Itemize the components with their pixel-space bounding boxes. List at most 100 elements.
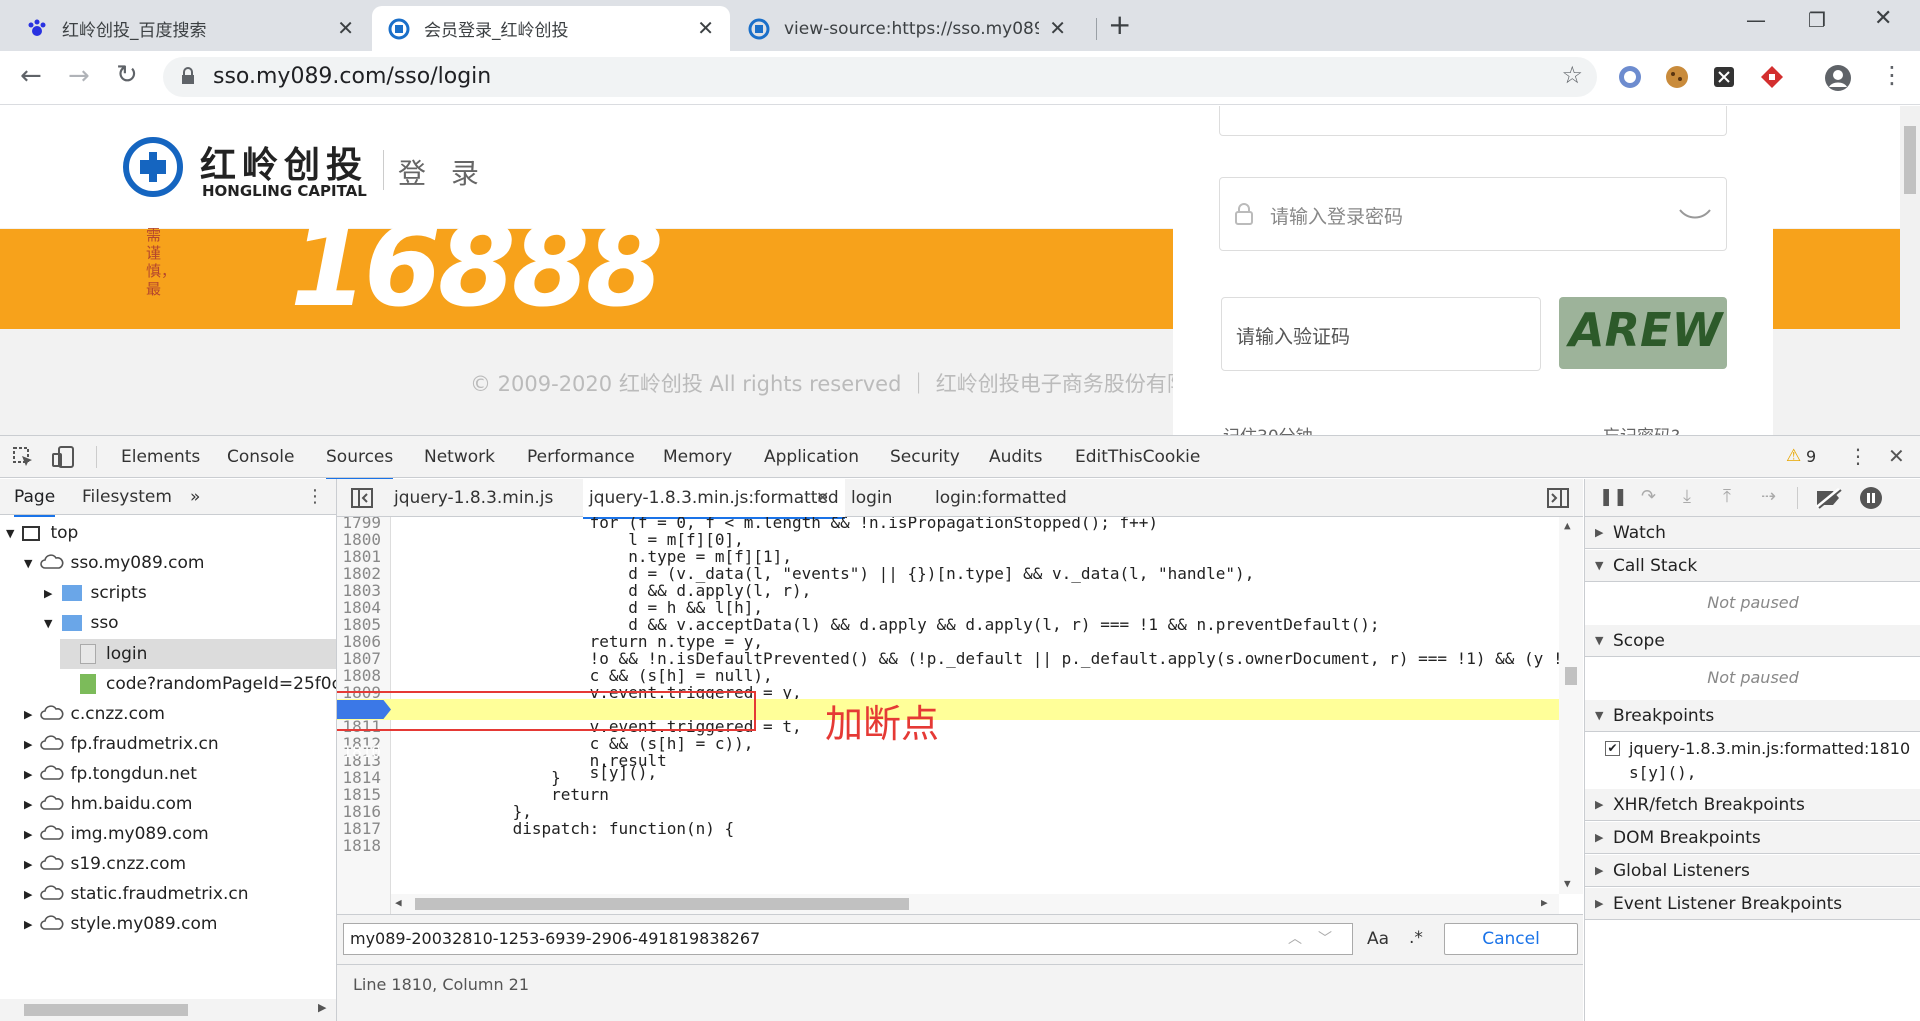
tree-domain[interactable]: ▶ c.cnzz.com <box>24 700 165 728</box>
editor-tab[interactable]: login <box>851 479 892 517</box>
tab-elements[interactable]: Elements <box>121 436 200 478</box>
toggle-navigator-icon[interactable] <box>351 488 373 513</box>
tab-page[interactable]: Page <box>14 479 56 517</box>
reload-button[interactable]: ↻ <box>116 60 138 90</box>
pause-on-exceptions-icon[interactable] <box>1859 486 1883 515</box>
scroll-left-icon[interactable]: ◀ <box>395 896 402 909</box>
captcha-image[interactable]: AREW <box>1559 297 1727 369</box>
scrollbar-thumb[interactable] <box>415 898 909 910</box>
search-input[interactable]: my089-20032810-1253-6939-2906-4918198382… <box>343 923 1353 955</box>
scrollbar-thumb[interactable] <box>1904 126 1916 194</box>
breakpoint-item[interactable]: ✔ jquery-1.8.3.min.js:formatted:1810 s[y… <box>1585 733 1920 789</box>
page-scrollbar[interactable] <box>1900 106 1920 435</box>
tab-application[interactable]: Application <box>764 436 859 478</box>
cancel-button[interactable]: Cancel <box>1444 923 1578 955</box>
close-icon[interactable]: ✕ <box>816 488 829 507</box>
password-field[interactable]: 请输入登录密码 <box>1219 177 1727 251</box>
inspect-element-icon[interactable] <box>12 446 34 473</box>
forward-button[interactable]: → <box>68 61 90 91</box>
tab-filesystem[interactable]: Filesystem <box>82 479 172 515</box>
code-area[interactable]: 1799 for (f = 0, f < m.length && !n.isPr… <box>337 517 1583 914</box>
restore-button[interactable]: ❐ <box>1808 8 1826 32</box>
tree-domain[interactable]: ▶ fp.tongdun.net <box>24 760 197 788</box>
step-out-icon[interactable]: ⤒ <box>1723 486 1731 507</box>
device-toolbar-icon[interactable] <box>52 446 76 473</box>
username-field[interactable] <box>1219 106 1727 136</box>
editor-tab[interactable]: jquery-1.8.3.min.js <box>394 479 553 517</box>
warning-icon[interactable]: ⚠ <box>1786 446 1801 466</box>
deactivate-breakpoints-icon[interactable] <box>1815 487 1843 514</box>
address-bar[interactable]: sso.my089.com/sso/login ☆ <box>163 57 1597 97</box>
eye-closed-icon[interactable] <box>1678 206 1712 225</box>
step-over-icon[interactable]: ↷ <box>1641 486 1656 507</box>
prev-match-icon[interactable]: ︿ <box>1288 928 1302 948</box>
tab-audits[interactable]: Audits <box>989 436 1042 478</box>
tab-network[interactable]: Network <box>424 436 495 478</box>
tab-performance[interactable]: Performance <box>527 436 635 478</box>
step-icon[interactable]: ⇢ <box>1761 486 1776 507</box>
tree-file-code[interactable]: code?randomPageId=25f0c2 <box>80 670 336 698</box>
scroll-up-icon[interactable]: ▲ <box>1564 519 1571 532</box>
scrollbar-thumb[interactable] <box>24 1004 188 1016</box>
event-listener-breakpoints-section[interactable]: ▶ Event Listener Breakpoints <box>1585 888 1920 920</box>
tab-baidu[interactable]: 红岭创投_百度搜索 ✕ <box>10 6 370 51</box>
code-vscrollbar[interactable]: ▲ ▼ <box>1559 517 1583 894</box>
navigator-menu-icon[interactable]: ⋮ <box>306 479 324 515</box>
global-listeners-section[interactable]: ▶ Global Listeners <box>1585 855 1920 887</box>
tab-memory[interactable]: Memory <box>663 436 732 478</box>
tab-console[interactable]: Console <box>227 436 295 478</box>
tree-domain[interactable]: ▶ style.my089.com <box>24 910 217 938</box>
step-into-icon[interactable]: ⤓ <box>1683 486 1691 507</box>
profile-avatar-icon[interactable] <box>1824 64 1852 96</box>
bookmark-star-icon[interactable]: ☆ <box>1561 61 1583 89</box>
diamond-extension-icon[interactable] <box>1760 65 1784 93</box>
more-tabs-icon[interactable]: » <box>190 479 200 515</box>
cookie-icon[interactable] <box>1665 65 1689 93</box>
tree-domain[interactable]: ▼ sso.my089.com <box>24 549 204 577</box>
editor-tab[interactable]: login:formatted <box>935 479 1067 517</box>
close-icon[interactable]: ✕ <box>1049 16 1066 40</box>
tree-top[interactable]: ▼ top <box>6 519 78 547</box>
new-tab-button[interactable]: + <box>1108 8 1131 41</box>
tree-domain[interactable]: ▶ hm.baidu.com <box>24 790 192 818</box>
x-extension-icon[interactable] <box>1712 65 1736 93</box>
tree-domain[interactable]: ▶ static.fraudmetrix.cn <box>24 880 249 908</box>
breakpoints-section[interactable]: ▼ Breakpoints <box>1585 700 1920 732</box>
close-icon[interactable]: ✕ <box>337 16 354 40</box>
watch-section[interactable]: ▶ Watch <box>1585 517 1920 549</box>
devtools-close-icon[interactable]: ✕ <box>1888 444 1905 468</box>
tree-domain[interactable]: ▶ img.my089.com <box>24 820 209 848</box>
pause-icon[interactable]: ❚❚ <box>1599 487 1628 507</box>
tree-domain[interactable]: ▶ fp.fraudmetrix.cn <box>24 730 219 758</box>
editor-tab-active[interactable]: jquery-1.8.3.min.js:formatted <box>583 479 845 519</box>
tab-login[interactable]: 会员登录_红岭创投 ✕ <box>372 6 730 51</box>
tree-folder[interactable]: ▶ scripts <box>44 579 147 607</box>
tree-domain[interactable]: ▶ s19.cnzz.com <box>24 850 186 878</box>
tab-view-source[interactable]: view-source:https://sso.my089 ✕ <box>732 6 1082 51</box>
tab-sources[interactable]: Sources <box>326 436 394 480</box>
xhr-breakpoints-section[interactable]: ▶ XHR/fetch Breakpoints <box>1585 789 1920 821</box>
scroll-right-icon[interactable]: ▶ <box>318 1001 326 1014</box>
match-case-toggle[interactable]: Aa <box>1367 929 1389 949</box>
navigator-hscrollbar[interactable]: ▶ <box>0 999 336 1021</box>
remember-label[interactable]: 记住30分钟 <box>1223 422 1313 435</box>
next-match-icon[interactable]: ﹀ <box>1318 928 1332 948</box>
forgot-password-link[interactable]: 忘记密码? <box>1603 422 1680 435</box>
back-button[interactable]: ← <box>20 61 42 91</box>
window-close-button[interactable]: ✕ <box>1874 6 1892 31</box>
regex-toggle[interactable]: .* <box>1409 928 1423 948</box>
scrollbar-thumb[interactable] <box>1565 667 1577 685</box>
scroll-right-icon[interactable]: ▶ <box>1541 896 1548 909</box>
minimize-button[interactable]: — <box>1746 8 1766 32</box>
breakpoint-checkbox[interactable]: ✔ <box>1605 741 1620 756</box>
code-hscrollbar[interactable]: ◀ ▶ <box>391 894 1559 914</box>
scroll-down-icon[interactable]: ▼ <box>1564 877 1571 890</box>
tree-file-login[interactable]: login <box>80 640 147 668</box>
tab-security[interactable]: Security <box>890 436 960 478</box>
scope-section[interactable]: ▼ Scope <box>1585 625 1920 657</box>
captcha-field[interactable]: 请输入验证码 <box>1221 297 1541 371</box>
tree-folder[interactable]: ▼ sso <box>44 609 119 637</box>
menu-dots-icon[interactable]: ⋮ <box>1880 61 1904 89</box>
close-icon[interactable]: ✕ <box>697 16 714 40</box>
extension-icon[interactable] <box>1618 65 1642 93</box>
